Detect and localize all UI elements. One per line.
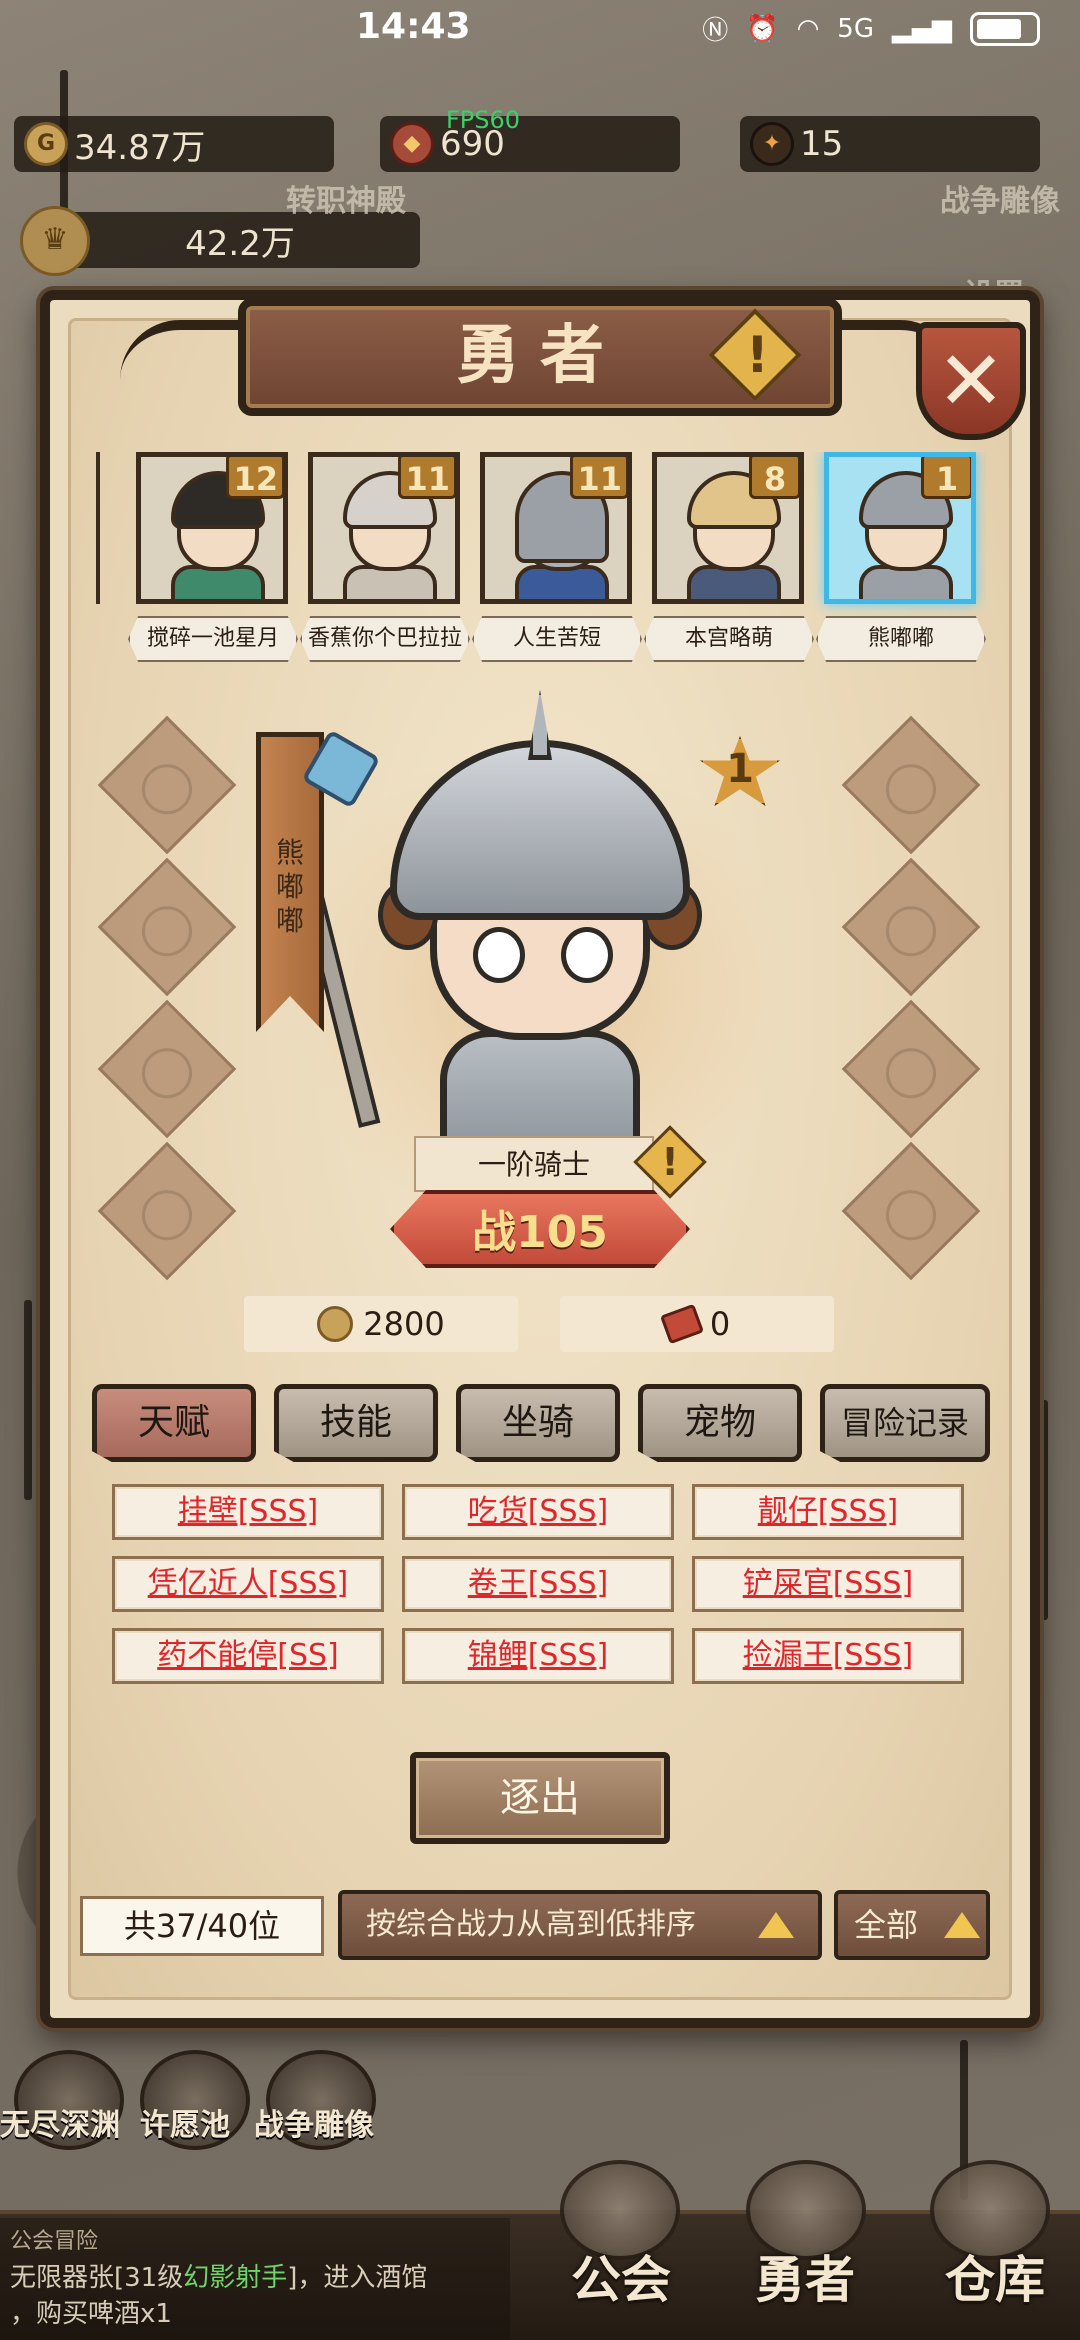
talent-item[interactable]: 卷王[SSS] xyxy=(402,1556,674,1612)
talent-item[interactable]: 铲屎官[SSS] xyxy=(692,1556,964,1612)
abyss-label[interactable]: 无尽深渊 xyxy=(0,2100,120,2144)
bg-building-label: 转职神殿 xyxy=(286,184,406,219)
hero-name-vertical: 熊嘟嘟 xyxy=(275,836,304,937)
nav-guild[interactable]: 公会 xyxy=(546,2240,696,2312)
quest-title: 公会冒险 xyxy=(10,2229,99,2254)
hero-name: 本宫略萌 xyxy=(644,616,814,662)
dead-tree xyxy=(24,1300,32,1500)
talent-item[interactable]: 靓仔[SSS] xyxy=(692,1484,964,1540)
hero-level: 8 xyxy=(749,457,799,499)
hero-portrait: 1 xyxy=(824,452,976,604)
ticket-resource[interactable]: ✦ 15 xyxy=(740,116,1040,172)
tab-pet[interactable]: 宠物 xyxy=(638,1384,802,1462)
gold-resource[interactable]: G 34.87万 xyxy=(14,116,334,172)
shield-gem-icon: ◆ xyxy=(390,122,434,166)
hero-card-selected[interactable]: 1 熊嘟嘟 xyxy=(816,452,986,662)
nav-warehouse[interactable]: 仓库 xyxy=(920,2240,1070,2312)
hero-list[interactable]: 2 12 搅碎一池星月 11 香蕉你个巴拉拉 11 人生苦短 xyxy=(96,452,986,670)
hero-card[interactable]: 8 本宫略萌 xyxy=(644,452,814,662)
dead-tree xyxy=(1040,1400,1048,1620)
quest-highlight: 幻影射手 xyxy=(183,2263,288,2293)
quest-line-2: ，购买啤酒x1 xyxy=(10,2299,172,2329)
bg-war-statue-label: 战争雕像 xyxy=(940,184,1060,219)
close-button[interactable]: ✕ xyxy=(916,322,1026,440)
hero-card[interactable]: 11 人生苦短 xyxy=(472,452,642,662)
tab-skills[interactable]: 技能 xyxy=(274,1384,438,1462)
battery-icon xyxy=(970,11,1040,46)
hero-card-partial[interactable]: 2 xyxy=(96,452,108,604)
nfc-icon: Ⓝ xyxy=(702,16,729,46)
gold-amount: 34.87万 xyxy=(74,127,206,168)
hero-name: 搅碎一池星月 xyxy=(128,616,298,662)
talent-item[interactable]: 挂壁[SSS] xyxy=(112,1484,384,1540)
hero-portrait: 2 xyxy=(96,452,100,604)
expel-button[interactable]: 逐出 xyxy=(410,1752,670,1844)
gem-resource[interactable]: ◆ 690 xyxy=(380,116,680,172)
gold-coin-icon: G xyxy=(24,122,68,166)
hero-level: 2 xyxy=(96,453,97,499)
hero-card[interactable]: 11 香蕉你个巴拉拉 xyxy=(300,452,470,662)
wishing-well-label[interactable]: 许愿池 xyxy=(140,2100,230,2144)
hero-portrait: 12 xyxy=(136,452,288,604)
quest-tracker[interactable]: 公会冒险 无限器张[31级幻影射手]，进入酒馆 ，购买啤酒x1 xyxy=(0,2218,510,2340)
sort-button[interactable]: 按综合战力从高到低排序 xyxy=(338,1890,822,1960)
hero-portrait: 8 xyxy=(652,452,804,604)
star-level: 1 xyxy=(726,746,754,792)
wifi-icon: ◠ xyxy=(796,13,820,44)
alarm-icon: ⏰ xyxy=(746,13,779,44)
hero-name: 人生苦短 xyxy=(472,616,642,662)
hero-level: 1 xyxy=(921,457,971,499)
talent-item[interactable]: 锦鲤[SSS] xyxy=(402,1628,674,1684)
war-statue-label[interactable]: 战争雕像 xyxy=(254,2100,374,2144)
status-icons: Ⓝ ⏰ ◠ 5G ▂▄▆ xyxy=(702,10,1040,47)
talent-item[interactable]: 捡漏王[SSS] xyxy=(692,1628,964,1684)
talent-item[interactable]: 凭亿近人[SSS] xyxy=(112,1556,384,1612)
power-prefix: 战 xyxy=(472,1207,517,1258)
ticket-icon xyxy=(659,1303,704,1345)
ticket-amount: 15 xyxy=(800,124,844,164)
network-label: 5G xyxy=(837,13,874,44)
power-number: 105 xyxy=(516,1207,608,1258)
total-power: 42.2万 xyxy=(60,212,420,268)
orb-icon: ✦ xyxy=(750,122,794,166)
star-badge: 1 xyxy=(700,736,780,806)
sort-label: 按综合战力从高到低排序 xyxy=(366,1907,696,1942)
tab-mount[interactable]: 坐骑 xyxy=(456,1384,620,1462)
filter-arrow-icon xyxy=(944,1912,980,1938)
quest-line-1: 无限器张[31级幻影射手]，进入酒馆 xyxy=(10,2263,428,2293)
gold-coin-icon xyxy=(317,1306,354,1342)
hero-card[interactable]: 12 搅碎一池星月 xyxy=(128,452,298,662)
hero-name: 熊嘟嘟 xyxy=(816,616,986,662)
filter-label: 全部 xyxy=(854,1906,919,1944)
ticket-cost-value: 0 xyxy=(709,1305,731,1343)
rank-info-mark: ! xyxy=(661,1140,679,1184)
hero-name: 香蕉你个巴拉拉 xyxy=(300,616,470,662)
tab-talent[interactable]: 天赋 xyxy=(92,1384,256,1462)
status-bar: 14:43 Ⓝ ⏰ ◠ 5G ▂▄▆ xyxy=(0,0,1080,60)
hero-portrait: 11 xyxy=(480,452,632,604)
hero-level: 12 xyxy=(226,457,283,499)
guild-crest-icon[interactable]: ♛ xyxy=(20,206,90,276)
rank-label: 一阶骑士 xyxy=(414,1136,654,1192)
ticket-cost: 0 xyxy=(560,1296,834,1352)
hero-portrait: 11 xyxy=(308,452,460,604)
hero-level: 11 xyxy=(570,457,627,499)
tab-adventure-log[interactable]: 冒险记录 xyxy=(820,1384,990,1462)
sort-arrow-icon xyxy=(758,1912,794,1938)
talent-item[interactable]: 吃货[SSS] xyxy=(402,1484,674,1540)
talent-item[interactable]: 药不能停[SS] xyxy=(112,1628,384,1684)
status-time: 14:43 xyxy=(356,6,471,47)
power-value: 战105 xyxy=(390,1196,690,1260)
gold-cost: 2800 xyxy=(244,1296,518,1352)
gold-cost-value: 2800 xyxy=(363,1305,445,1343)
hero-level: 11 xyxy=(398,457,455,499)
nav-heroes[interactable]: 勇者 xyxy=(730,2240,880,2312)
total-power-value: 42.2万 xyxy=(185,223,295,264)
info-mark: ! xyxy=(746,326,769,384)
fps-counter: FPS60 xyxy=(446,106,521,134)
signal-icon: ▂▄▆ xyxy=(892,13,952,44)
hero-count: 共37/40位 xyxy=(80,1896,324,1956)
